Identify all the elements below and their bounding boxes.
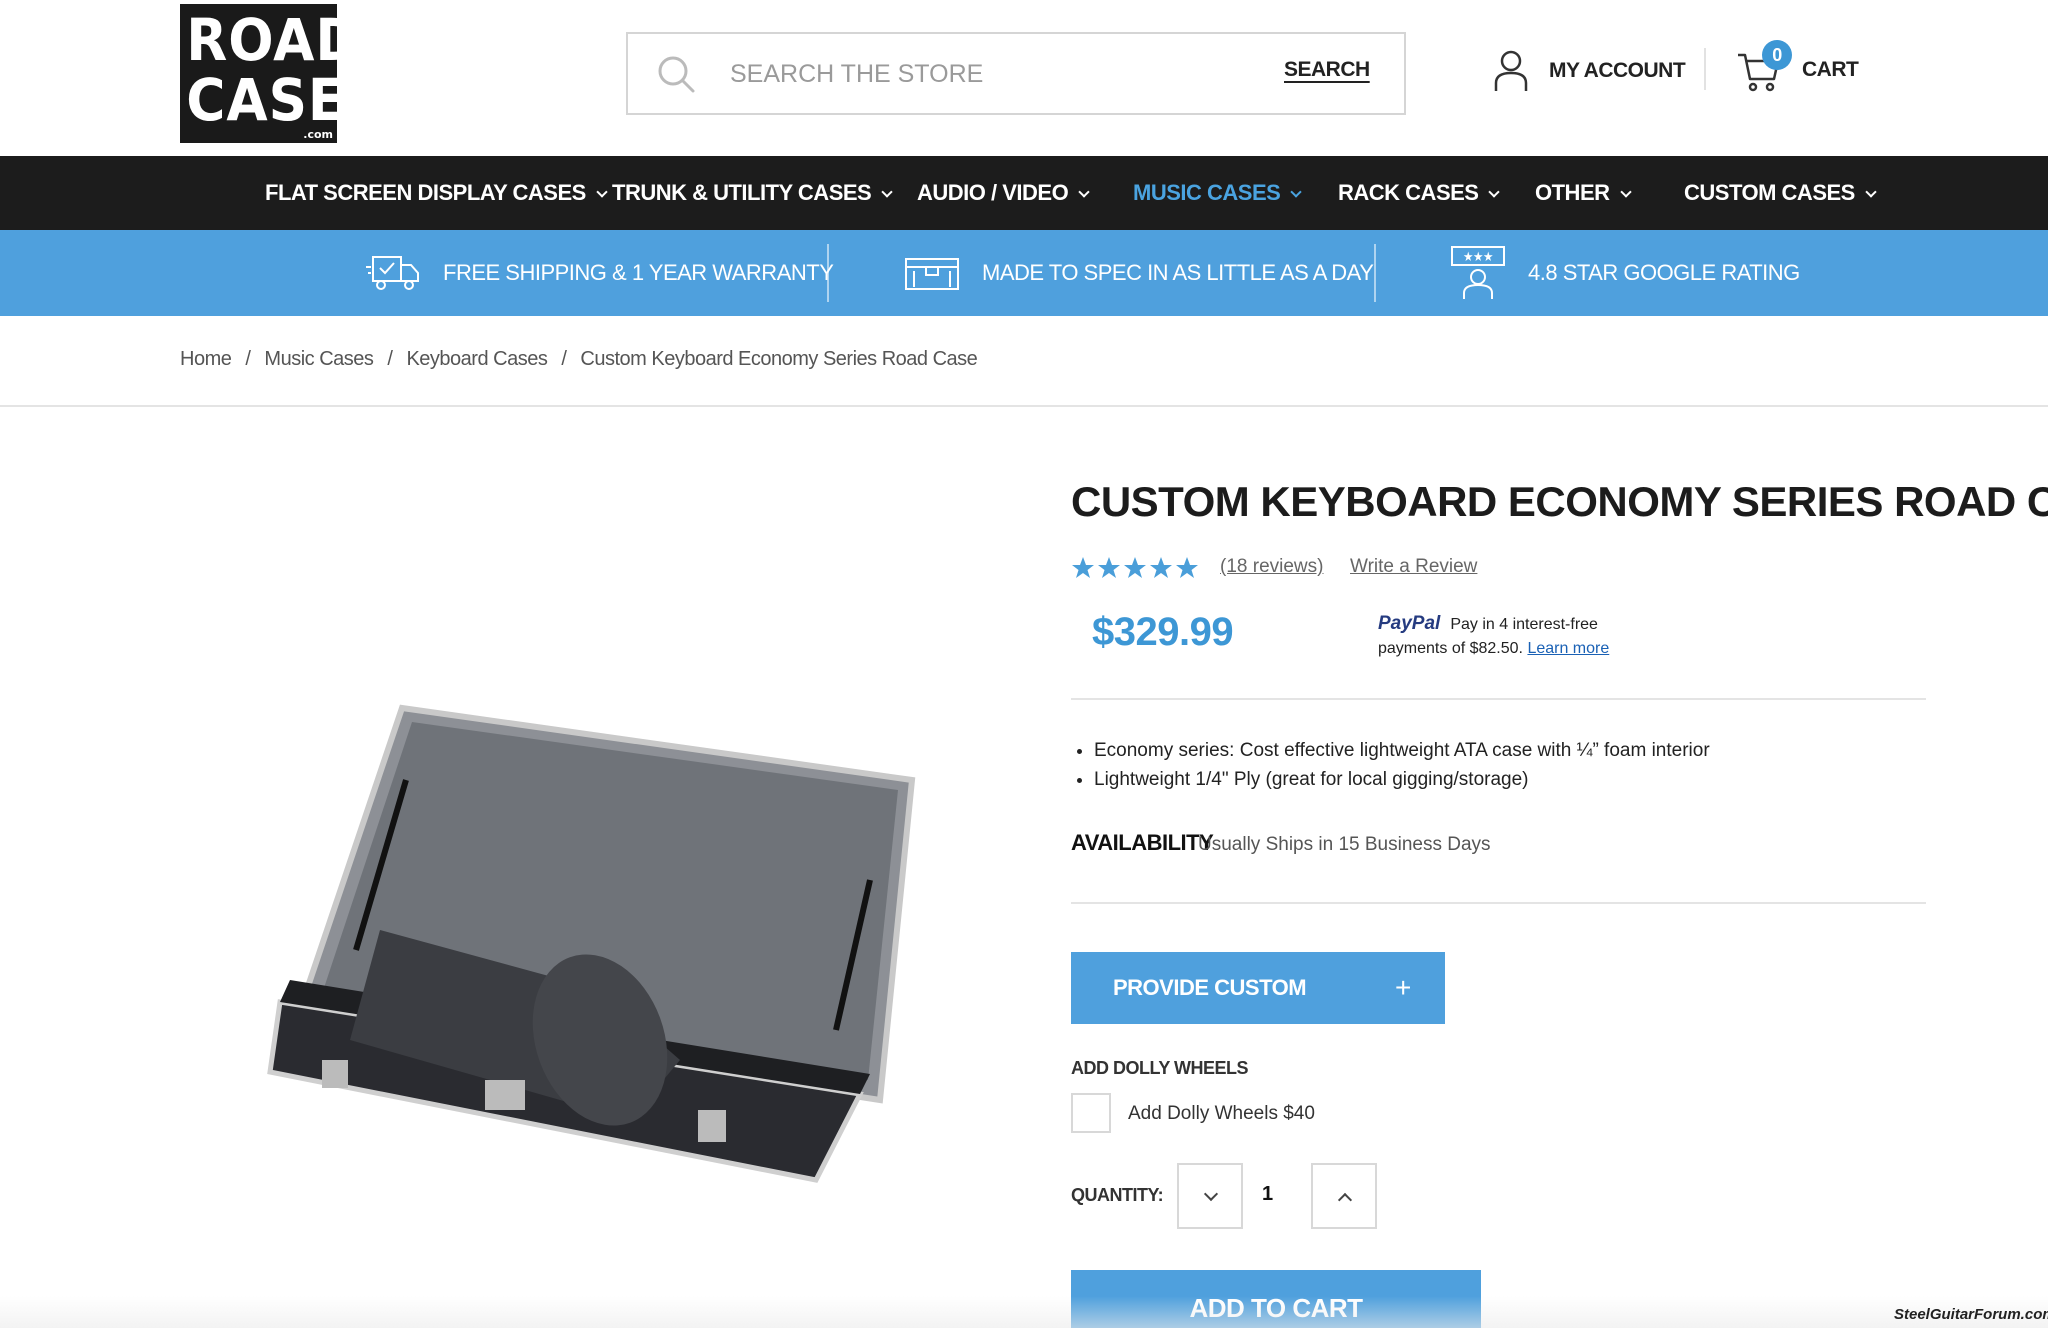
nav-label: OTHER [1535,180,1610,205]
add-to-cart-button[interactable]: ADD TO CART [1071,1270,1481,1328]
star-icon [1176,557,1198,578]
header-divider [1704,48,1706,90]
breadcrumb-current: Custom Keyboard Economy Series Road Case [580,348,978,370]
star-icon [1124,557,1146,578]
chevron-down-icon [881,186,893,198]
rating-icon: ★★★ [1451,246,1505,299]
chevron-up-icon [1337,1192,1353,1208]
star-icon [1098,557,1120,578]
breadcrumb-separator: / [561,348,567,370]
nav-item-rack-cases[interactable]: RACK CASES [1338,156,1501,230]
section-divider [1071,698,1926,700]
paypal-message: PayPal Pay in 4 interest-free payments of… [1378,612,1668,661]
breadcrumb: Home / Music Cases / Keyboard Cases / Custom K… [180,348,978,371]
dolly-wheels-option-label[interactable]: Add Dolly Wheels $40 [1128,1103,1315,1125]
nav-item-other[interactable]: OTHER [1535,156,1632,230]
cart-label: CART [1802,58,1859,81]
quantity-value[interactable]: 1 [1262,1183,1273,1206]
product-title: CUSTOM KEYBOARD ECONOMY SERIES ROAD CASE [1071,478,2048,525]
section-divider [1071,902,1926,904]
availability-value: Usually Ships in 15 Business Days [1198,834,1491,855]
site-header: ROAD CASES .com SEARCH MY ACCOUNT 0 CART [0,0,2048,156]
paypal-learn-more-link[interactable]: Learn more [1527,640,1609,657]
breadcrumb-separator: / [387,348,393,370]
cart-link[interactable]: 0 CART [1736,40,1859,96]
reviews-link[interactable]: (18 reviews) [1220,556,1323,578]
quantity-increase-button[interactable] [1311,1163,1377,1229]
nav-item-flat-screen[interactable]: FLAT SCREEN DISPLAY CASES [265,156,608,230]
my-account-label: MY ACCOUNT [1549,59,1686,82]
perk-made-to-spec-label: MADE TO SPEC IN AS LITTLE AS A DAY [982,260,1374,285]
product-features: Economy series: Cost effective lightweig… [1094,736,1710,794]
breadcrumb-keyboard-cases[interactable]: Keyboard Cases [406,348,547,370]
breadcrumb-home[interactable]: Home [180,348,232,370]
nav-item-music-cases[interactable]: MUSIC CASES [1133,156,1302,230]
bottom-fade [0,1296,2048,1328]
watermark: SteelGuitarForum.com [1894,1306,2048,1323]
chevron-down-icon [596,186,608,198]
nav-item-trunk-utility[interactable]: TRUNK & UTILITY CASES [612,156,893,230]
breadcrumb-divider [0,405,2048,407]
chevron-down-icon [1619,186,1632,198]
search-button[interactable]: SEARCH [1284,58,1370,82]
availability-label: AVAILABILITY [1071,830,1214,855]
star-icon [1150,557,1172,578]
quantity-decrease-button[interactable] [1177,1163,1243,1229]
provide-custom-dimensions-button[interactable]: PROVIDE CUSTOM DIMENSIONS + [1071,952,1445,1072]
chevron-down-icon [1078,186,1090,198]
logo-line-1: ROAD [186,6,361,74]
chevron-down-icon [1203,1186,1219,1202]
write-review-link[interactable]: Write a Review [1350,556,1477,578]
user-icon [1494,50,1528,91]
star-icon [1072,557,1094,578]
search-box: SEARCH [626,32,1406,115]
chevron-down-icon [1290,186,1302,198]
quantity-label: QUANTITY: [1071,1185,1164,1205]
search-input[interactable] [730,54,1250,94]
feature-item: Lightweight 1/4" Ply (great for local gi… [1094,765,1710,794]
breadcrumb-separator: / [245,348,251,370]
plus-icon: + [1395,972,1411,1003]
perk-rating-label: 4.8 STAR GOOGLE RATING [1528,260,1800,285]
perk-made-to-spec: MADE TO SPEC IN AS LITTLE AS A DAY [904,230,1374,316]
logo-suffix: .com [303,128,333,141]
nav-label: MUSIC CASES [1133,180,1281,205]
truck-icon [366,256,419,290]
road-cases-logo[interactable]: ROAD CASES .com [180,4,385,143]
perk-divider [1374,244,1376,302]
nav-label: CUSTOM CASES [1684,180,1855,205]
nav-item-audio-video[interactable]: AUDIO / VIDEO [917,156,1090,230]
paypal-logo: PayPal [1378,613,1441,634]
product-price: $329.99 [1092,610,1234,654]
cart-count-badge: 0 [1762,40,1792,70]
main-nav: FLAT SCREEN DISPLAY CASES TRUNK & UTILIT… [0,156,2048,230]
dolly-wheels-section-label: ADD DOLLY WHEELS [1071,1058,1249,1078]
nav-item-custom-cases[interactable]: CUSTOM CASES [1684,156,1877,230]
perk-shipping-label: FREE SHIPPING & 1 YEAR WARRANTY [443,260,834,285]
nav-label: FLAT SCREEN DISPLAY CASES [265,180,586,205]
nav-label: RACK CASES [1338,180,1479,205]
nav-label: AUDIO / VIDEO [917,180,1069,205]
perk-shipping: FREE SHIPPING & 1 YEAR WARRANTY [365,230,834,316]
case-icon [905,258,959,290]
paypal-text-line1: Pay in 4 interest-free [1450,616,1598,633]
chevron-down-icon [1865,186,1877,198]
my-account-link[interactable]: MY ACCOUNT [1493,48,1686,94]
rating-stars [1071,556,1201,580]
search-icon [658,56,695,93]
perk-divider [827,244,829,302]
product-image[interactable] [260,680,920,1200]
breadcrumb-music-cases[interactable]: Music Cases [264,348,373,370]
dolly-wheels-checkbox[interactable] [1071,1093,1111,1133]
svg-text:★★★: ★★★ [1463,250,1493,265]
logo-line-2: CASES [186,66,385,134]
perks-bar: FREE SHIPPING & 1 YEAR WARRANTY MADE TO … [0,230,2048,316]
chevron-down-icon [1488,186,1501,198]
nav-label: TRUNK & UTILITY CASES [612,180,872,205]
paypal-text-line2: payments of $82.50. [1378,640,1523,657]
perk-rating: ★★★ 4.8 STAR GOOGLE RATING [1450,230,1800,316]
feature-item: Economy series: Cost effective lightweig… [1094,736,1710,765]
